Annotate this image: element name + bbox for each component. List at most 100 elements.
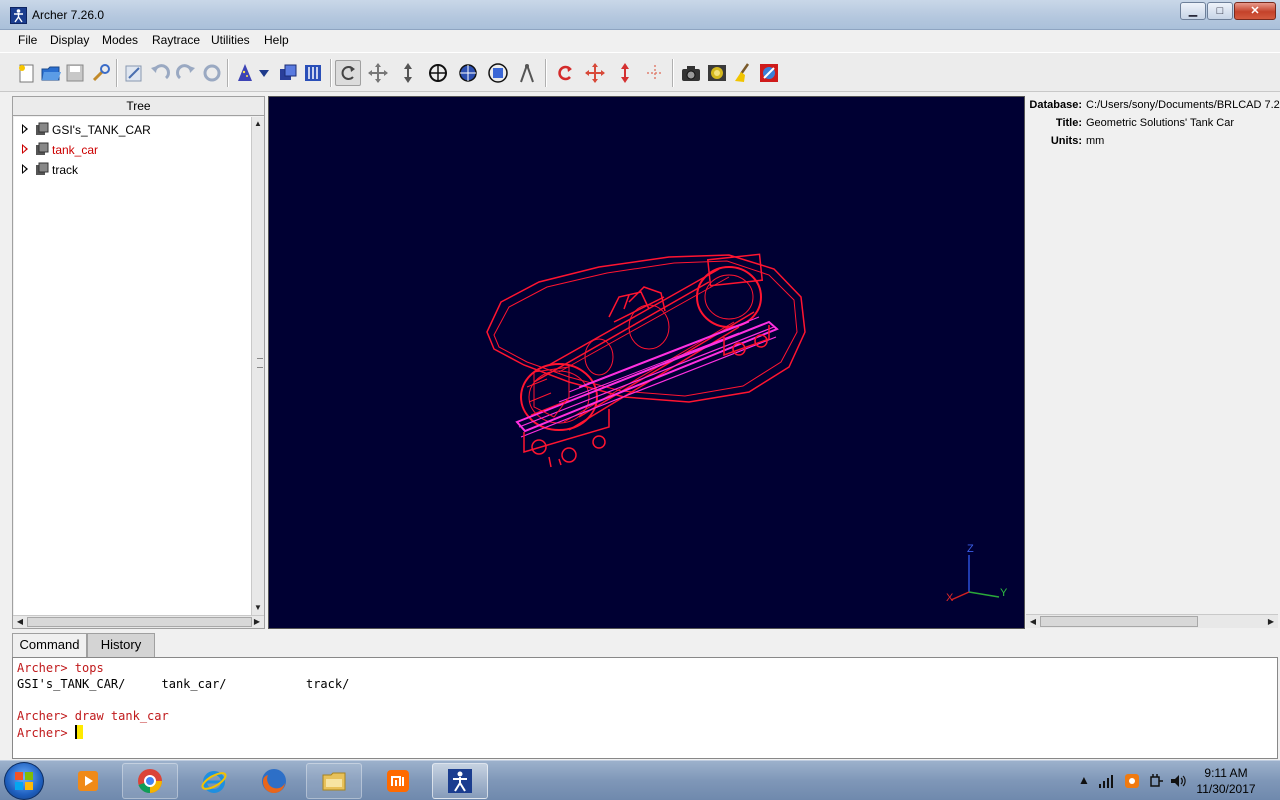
internet-explorer-icon[interactable] <box>186 763 242 799</box>
close-button[interactable]: ✕ <box>1234 2 1276 20</box>
toolbar <box>0 52 1280 92</box>
menu-display[interactable]: Display <box>50 33 89 47</box>
expand-arrow-icon[interactable] <box>22 164 28 174</box>
media-player-icon[interactable] <box>60 763 116 799</box>
axis-y-label: Y <box>1000 587 1008 599</box>
scroll-thumb[interactable] <box>1040 616 1198 627</box>
rotate-object-icon[interactable] <box>552 60 578 86</box>
revert-icon[interactable] <box>199 60 225 86</box>
scroll-thumb[interactable] <box>27 617 252 627</box>
axis-gizmo <box>950 555 1000 601</box>
graphics-viewport[interactable]: Z Y X <box>268 96 1025 629</box>
tree-item-gsis-tank-car[interactable]: GSI's_TANK_CAR <box>14 119 251 139</box>
raytrace-camera-icon[interactable] <box>678 60 704 86</box>
rotate-view-icon[interactable] <box>335 60 361 86</box>
expand-arrow-icon[interactable] <box>22 144 28 154</box>
tree-list: GSI's_TANK_CAR tank_car track <box>14 117 251 615</box>
overlay-icon[interactable] <box>275 60 301 86</box>
console-line: Archer> draw tank_car <box>17 709 169 723</box>
tree-panel: Tree GSI's_TANK_CAR tank_car track ▲ ▼ ◀… <box>12 96 265 629</box>
expand-arrow-icon[interactable] <box>22 124 28 134</box>
taskbar: ▲ 9:11 AM 11/30/2017 <box>0 760 1280 800</box>
units-value: mm <box>1086 135 1105 147</box>
tree-item-track[interactable]: track <box>14 159 251 179</box>
database-value: C:/Users/sony/Documents/BRLCAD 7.26 <box>1086 99 1280 111</box>
tree-item-tank-car[interactable]: tank_car <box>14 139 251 159</box>
network-signal-icon[interactable] <box>1098 773 1114 789</box>
archer-icon[interactable] <box>432 763 488 799</box>
menu-bar: File Display Modes Raytrace Utilities He… <box>0 30 1280 50</box>
panel-splitter[interactable] <box>253 96 267 629</box>
power-plug-icon[interactable] <box>1148 773 1164 789</box>
title-bar[interactable]: Archer 7.26.0 ▁ □ ✕ <box>0 0 1280 30</box>
minimize-button[interactable]: ▁ <box>1180 2 1206 20</box>
menu-help[interactable]: Help <box>264 33 289 47</box>
menu-file[interactable]: File <box>18 33 37 47</box>
clock-date[interactable]: 11/30/2017 <box>1186 782 1266 796</box>
file-explorer-icon[interactable] <box>306 763 362 799</box>
axis-z-label: Z <box>967 543 974 555</box>
tree-item-label: tank_car <box>52 143 99 157</box>
sphere-view-icon[interactable] <box>455 60 481 86</box>
menu-modes[interactable]: Modes <box>102 33 138 47</box>
show-hidden-icons-icon[interactable]: ▲ <box>1078 773 1090 787</box>
measure-icon[interactable] <box>514 60 540 86</box>
scroll-left-icon[interactable]: ◀ <box>14 616 26 628</box>
tree-item-label: GSI's_TANK_CAR <box>52 123 151 137</box>
tab-command[interactable]: Command <box>12 633 87 657</box>
scroll-left-icon[interactable]: ◀ <box>1027 616 1039 628</box>
database-label: Database: <box>1029 99 1082 111</box>
new-file-icon[interactable] <box>14 60 40 86</box>
tab-history[interactable]: History <box>87 633 155 657</box>
avast-icon[interactable] <box>1124 773 1140 789</box>
undo-icon[interactable] <box>147 60 173 86</box>
menu-raytrace[interactable]: Raytrace <box>152 33 200 47</box>
scale-view-icon[interactable] <box>395 60 421 86</box>
cube-view-icon[interactable] <box>485 60 511 86</box>
scale-object-icon[interactable] <box>612 60 638 86</box>
redo-icon[interactable] <box>173 60 199 86</box>
clear-broom-icon[interactable] <box>730 60 756 86</box>
axis-x-label: X <box>946 592 954 604</box>
preferences-wrench-icon[interactable] <box>88 60 114 86</box>
wizard-hat-icon[interactable] <box>232 60 258 86</box>
console-input-line[interactable]: Archer> <box>17 725 83 740</box>
open-folder-icon[interactable] <box>38 60 64 86</box>
translate-view-icon[interactable] <box>365 60 391 86</box>
combination-icon <box>36 122 49 135</box>
command-console[interactable]: Archer> tops GSI's_TANK_CAR/ tank_car/ t… <box>12 657 1278 759</box>
save-icon[interactable] <box>62 60 88 86</box>
maximize-button[interactable]: □ <box>1207 2 1233 20</box>
center-view-icon[interactable] <box>425 60 451 86</box>
title-label: Title: <box>1055 117 1082 129</box>
dropdown-arrow-icon[interactable] <box>256 60 272 86</box>
combination-icon <box>36 142 49 155</box>
tree-header: Tree <box>13 97 264 116</box>
chrome-icon[interactable] <box>122 763 178 799</box>
attributes-horizontal-scrollbar[interactable]: ◀ ▶ <box>1026 614 1278 628</box>
attributes-panel: Database: C:/Users/sony/Documents/BRLCAD… <box>1026 96 1280 629</box>
mi-icon[interactable] <box>370 763 426 799</box>
center-object-icon[interactable] <box>642 60 668 86</box>
stop-icon[interactable] <box>756 60 782 86</box>
title-value: Geometric Solutions' Tank Car <box>1086 117 1235 129</box>
scroll-right-icon[interactable]: ▶ <box>1265 616 1277 628</box>
start-button[interactable] <box>4 762 44 800</box>
console-line: Archer> tops <box>17 661 104 675</box>
tree-item-label: track <box>52 163 79 177</box>
text-caret <box>74 725 83 739</box>
edit-icon[interactable] <box>121 60 147 86</box>
archer-app-icon[interactable] <box>10 7 27 24</box>
combination-icon <box>36 162 49 175</box>
window-title: Archer 7.26.0 <box>32 8 105 22</box>
grid-icon[interactable] <box>300 60 326 86</box>
framebuffer-icon[interactable] <box>704 60 730 86</box>
console-prompt: Archer> <box>17 726 75 740</box>
translate-object-icon[interactable] <box>582 60 608 86</box>
console-line: GSI's_TANK_CAR/ tank_car/ track/ <box>17 677 350 691</box>
menu-utilities[interactable]: Utilities <box>211 33 250 47</box>
tank-car-wireframe <box>486 253 1000 601</box>
firefox-icon[interactable] <box>246 763 302 799</box>
tree-horizontal-scrollbar[interactable]: ◀ ▶ <box>13 615 264 628</box>
clock-time[interactable]: 9:11 AM <box>1186 766 1266 780</box>
